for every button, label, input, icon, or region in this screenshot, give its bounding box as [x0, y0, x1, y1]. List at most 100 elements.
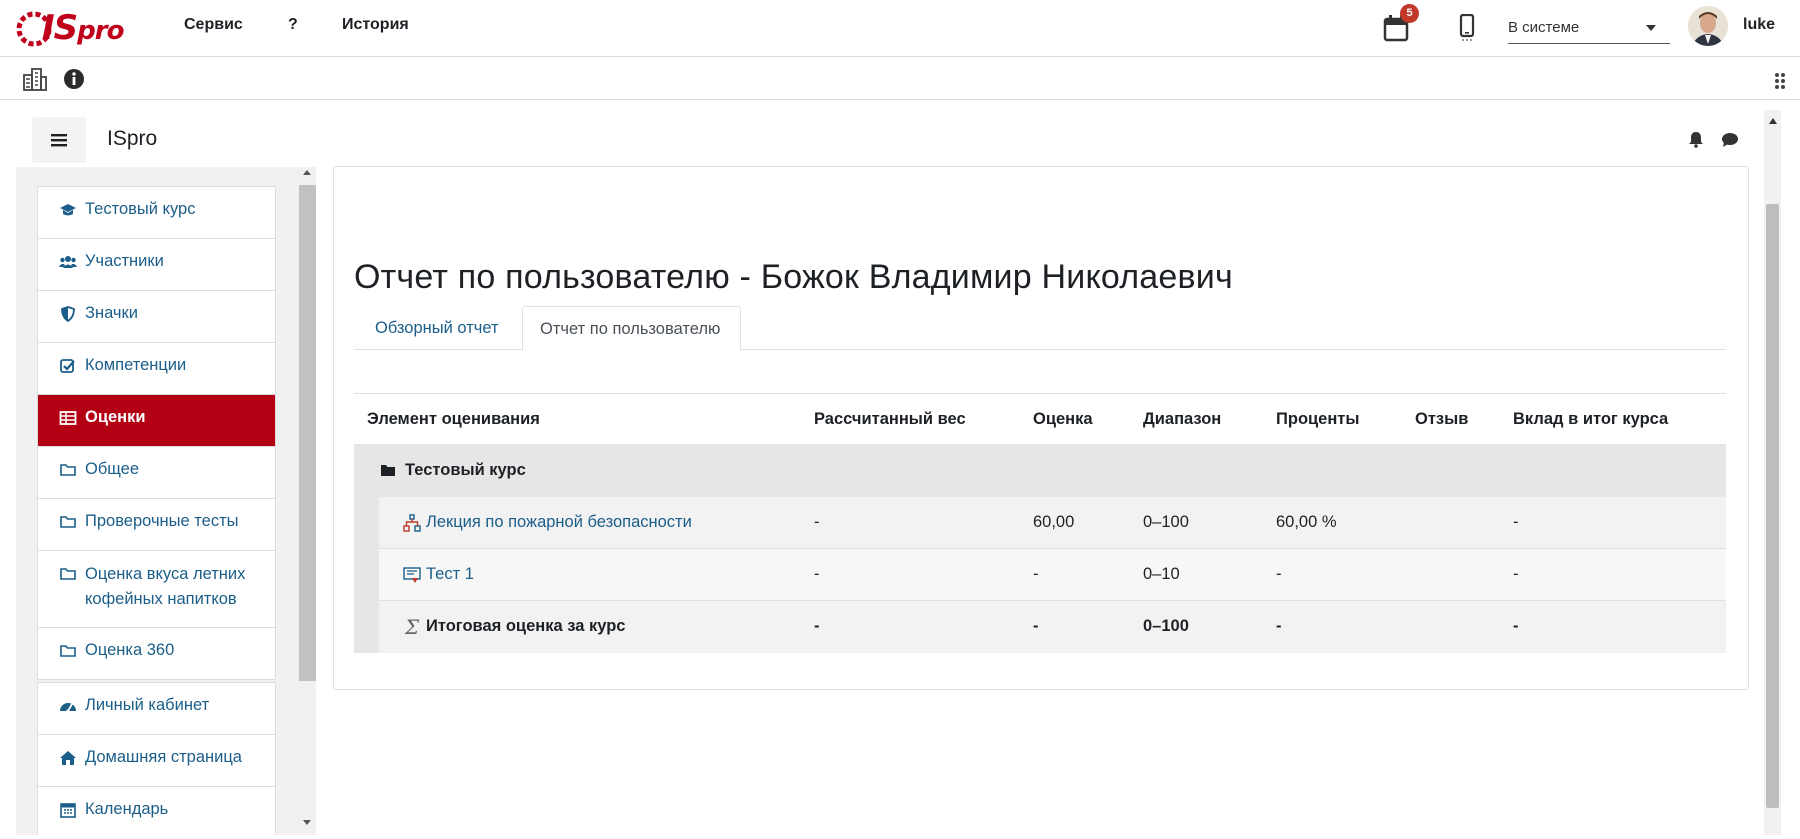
grade-value: - [1033, 565, 1039, 583]
sidebar-item-label: Оценка вкуса летних кофейных напитков [85, 565, 246, 608]
table-header: Элемент оценивания Рассчитанный вес Оцен… [354, 393, 1726, 445]
grade-percent: - [1276, 617, 1282, 635]
sidebar-item-quizzes[interactable]: Проверочные тесты [38, 499, 275, 551]
bell-icon [1689, 132, 1703, 148]
category-row: Тестовый курс [354, 445, 1726, 497]
drawer-toggle-button[interactable] [32, 117, 86, 163]
column-header-weight: Рассчитанный вес [814, 410, 966, 428]
sidebar-item-label: Тестовый курс [85, 200, 196, 218]
user-status-select[interactable]: В системе [1508, 14, 1670, 44]
folder-icon [60, 516, 76, 528]
report-tabs: Обзорный отчет Отчет по пользователю [354, 306, 1726, 351]
info-button[interactable] [63, 68, 85, 90]
user-status-value: В системе [1508, 19, 1580, 36]
tab-user-report[interactable]: Отчет по пользователю [522, 306, 741, 351]
mobile-app-button[interactable] [1458, 14, 1476, 42]
users-icon [59, 256, 77, 268]
shield-icon [61, 306, 75, 322]
chat-bubble-icon [1722, 133, 1738, 147]
column-header-feedback: Отзыв [1415, 410, 1469, 428]
sidebar-item-label: Личный кабинет [85, 696, 210, 714]
logo-text-is: IS [42, 8, 78, 48]
site-name[interactable]: ISpro [107, 127, 157, 151]
graduation-cap-icon [60, 204, 76, 216]
scroll-down-arrow-icon[interactable] [303, 820, 311, 825]
user-avatar[interactable] [1688, 6, 1728, 46]
sidebar-item-360[interactable]: Оценка 360 [38, 628, 275, 679]
sidebar-item-grades[interactable]: Оценки [38, 395, 275, 447]
sidebar-item-label: Календарь [85, 800, 169, 818]
sidebar-item-home[interactable]: Домашняя страница [38, 735, 275, 787]
sidebar-item-course[interactable]: Тестовый курс [38, 187, 275, 239]
apps-grid-button[interactable] [1774, 72, 1786, 90]
grade-range: 0–100 [1143, 513, 1189, 531]
course-contribution: - [1513, 513, 1519, 531]
page-title: Отчет по пользователю - Божок Владимир Н… [354, 258, 1233, 296]
sidebar-scroll-thumb[interactable] [299, 185, 316, 681]
ispro-logo[interactable]: ISpro [14, 2, 124, 54]
sidebar-item-participants[interactable]: Участники [38, 239, 275, 291]
column-header-percentage: Проценты [1276, 410, 1360, 428]
table-row: Тест 1 - - 0–10 - - [379, 549, 1726, 601]
scroll-up-arrow-icon[interactable] [303, 170, 311, 175]
notifications-button[interactable] [1688, 131, 1704, 148]
top-navbar: ISpro Сервис ? История 5 В системе luke [0, 0, 1800, 57]
course-contribution: - [1513, 565, 1519, 583]
grade-percent: 60,00 % [1276, 513, 1337, 531]
chevron-down-icon [1646, 25, 1656, 31]
column-header-grade: Оценка [1033, 410, 1093, 428]
grade-value: - [1033, 617, 1039, 635]
menu-service[interactable]: Сервис [184, 16, 243, 34]
check-square-icon [60, 359, 75, 373]
grade-item-link[interactable]: Лекция по пожарной безопасности [426, 513, 692, 532]
sidebar-item-label: Оценки [85, 408, 146, 426]
dashboard-icon [60, 703, 76, 713]
calendar-icon [60, 803, 76, 818]
page-scroll-up-arrow-icon[interactable] [1769, 118, 1777, 124]
column-header-item: Элемент оценивания [367, 410, 540, 428]
grid-dots-icon [1775, 73, 1785, 89]
sidebar-item-label: Компетенции [85, 356, 187, 374]
folder-icon [60, 464, 76, 476]
sidebar-item-label: Оценка 360 [85, 641, 175, 659]
site-nav-group: Личный кабинет Домашняя страница Календа… [37, 682, 276, 835]
grade-percent: - [1276, 565, 1282, 583]
notification-count-badge: 5 [1400, 4, 1419, 23]
grade-item-link[interactable]: Тест 1 [426, 565, 474, 584]
info-icon [64, 69, 84, 89]
secondary-toolbar [0, 58, 1800, 100]
page-scroll-thumb[interactable] [1766, 204, 1779, 808]
sigma-icon: Σ [405, 615, 420, 639]
table-icon [59, 411, 77, 425]
hamburger-icon [51, 134, 67, 147]
column-header-range: Диапазон [1143, 410, 1222, 428]
quiz-icon [403, 567, 421, 583]
logo-text-pro: pro [77, 16, 124, 46]
sidebar-item-label: Участники [85, 252, 164, 270]
sidebar-item-badges[interactable]: Значки [38, 291, 275, 343]
course-total-row: Σ Итоговая оценка за курс - - 0–100 - - [379, 601, 1726, 653]
sidebar-item-label: Значки [85, 304, 138, 322]
menu-history[interactable]: История [342, 16, 409, 34]
tab-overview-report[interactable]: Обзорный отчет [354, 306, 522, 351]
sidebar-item-label: Домашняя страница [85, 748, 242, 766]
messages-button[interactable] [1721, 132, 1739, 148]
calculated-weight: - [814, 565, 820, 583]
course-nav-group: Тестовый курс Участники Значки Компетенц… [37, 186, 276, 680]
lesson-icon [403, 514, 421, 532]
sidebar-item-label: Проверочные тесты [85, 512, 239, 530]
sidebar-item-coffee-survey[interactable]: Оценка вкуса летних кофейных напитков [38, 551, 275, 628]
folder-icon [60, 645, 76, 657]
menu-help[interactable]: ? [288, 16, 298, 34]
column-header-contribution: Вклад в итог курса [1513, 410, 1669, 428]
home-icon [60, 751, 76, 765]
sidebar-item-competencies[interactable]: Компетенции [38, 343, 275, 395]
user-photo-icon [1688, 6, 1728, 46]
sidebar-item-general[interactable]: Общее [38, 447, 275, 499]
sidebar-item-dashboard[interactable]: Личный кабинет [38, 683, 275, 735]
course-total-label: Итоговая оценка за курс [426, 617, 626, 635]
phone-icon [1459, 14, 1475, 41]
sidebar-item-calendar[interactable]: Календарь [38, 787, 275, 839]
username[interactable]: luke [1743, 16, 1775, 34]
organization-button[interactable] [22, 67, 48, 91]
